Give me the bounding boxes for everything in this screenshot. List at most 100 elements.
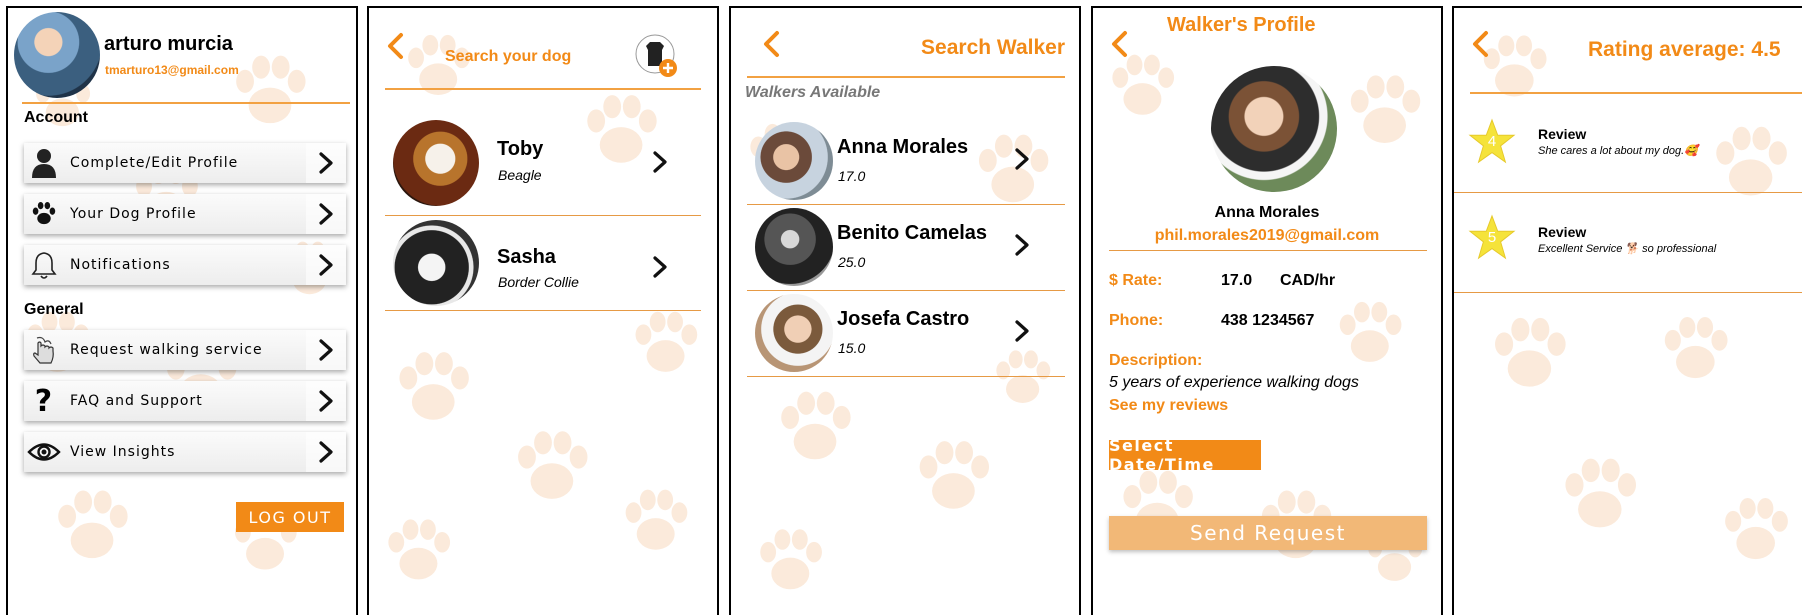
back-arrow-icon[interactable] [761,30,781,58]
dog-photo [393,220,479,306]
header-divider [1109,250,1427,251]
walker-list-item[interactable]: Anna Morales 17.0 [747,122,1065,202]
paw-icon [24,194,64,234]
header-divider [747,76,1065,78]
menu-label: View Insights [70,444,176,460]
chevron-right-icon [1013,146,1031,172]
header-divider [385,88,701,90]
reviews-screen: Rating average: 4.5 4 Review She cares a… [1452,6,1802,615]
walker-list-item[interactable]: Josefa Castro 15.0 [747,294,1065,374]
review-text: She cares a lot about my dog.🥰 [1538,145,1698,157]
menu-your-dog-profile[interactable]: Your Dog Profile [24,194,346,234]
chevron-right-icon [651,254,669,280]
review-rating: 5 [1487,229,1497,246]
description-label: Description: [1109,352,1203,369]
review-heading: Review [1538,224,1587,240]
chevron-right-icon [306,381,346,421]
walker-name: Anna Morales [1214,204,1320,221]
section-general: General [24,301,84,318]
description-text: 5 years of experience walking dogs [1109,374,1359,391]
send-request-label: Send Request [1190,521,1346,545]
section-account: Account [24,109,88,126]
review-item: 5 Review Excellent Service 🐕 so professi… [1454,212,1802,290]
walker-list-item[interactable]: Benito Camelas 25.0 [747,208,1065,288]
rate-value: 17.0 [1221,272,1253,289]
walkers-available-heading: Walkers Available [745,84,881,101]
review-item: 4 Review She cares a lot about my dog.🥰 [1454,112,1802,190]
send-request-button[interactable]: Send Request [1109,516,1427,550]
menu-view-insights[interactable]: View Insights [24,432,346,472]
chevron-right-icon [306,432,346,472]
menu-label: Complete/Edit Profile [70,155,239,171]
user-email: tmarturo13@gmail.com [105,63,239,77]
hand-touch-icon [24,330,64,370]
logout-button[interactable]: LOG OUT [236,502,344,532]
dog-list-item-sasha[interactable]: Sasha Border Collie [385,220,701,308]
header-divider [22,102,350,104]
bell-icon [24,245,64,285]
walker-email: phil.morales2019@gmail.com [1154,227,1380,244]
list-divider [747,204,1065,205]
chevron-right-icon [306,143,346,183]
walker-rate: 15.0 [838,340,866,356]
search-dog-screen: Search your dog Toby Beagle Sasha Border… [367,6,719,615]
user-name: arturo murcia [104,33,233,55]
menu-request-walking-service[interactable]: Request walking service [24,330,346,370]
dog-breed: Border Collie [498,274,579,290]
list-divider [747,376,1065,377]
walker-rate: 17.0 [838,168,866,184]
search-walker-screen: Search Walker Walkers Available Anna Mor… [729,6,1081,615]
phone-label: Phone: [1109,312,1164,329]
chevron-right-icon [1013,232,1031,258]
page-title: Walker's Profile [1167,14,1316,36]
dog-photo [393,120,479,206]
chevron-right-icon [306,194,346,234]
menu-label: Notifications [70,257,171,273]
menu-label: Request walking service [70,342,263,358]
list-divider [1454,292,1802,293]
walker-photo [755,294,833,372]
user-avatar[interactable] [14,12,100,98]
list-divider [385,215,701,216]
back-arrow-icon[interactable] [1109,30,1129,58]
menu-label: FAQ and Support [70,393,203,409]
back-arrow-icon[interactable] [385,32,405,60]
menu-faq-support[interactable]: ? FAQ and Support [24,381,346,421]
dog-breed: Beagle [498,167,542,183]
question-icon: ? [34,383,54,419]
walker-photo [1211,66,1337,192]
rating-average-title: Rating average: 4.5 [1588,38,1781,61]
page-title: Search your dog [445,48,572,65]
chevron-right-icon [306,245,346,285]
menu-notifications[interactable]: Notifications [24,245,346,285]
walker-profile-screen: Walker's Profile Anna Morales phil.moral… [1091,6,1443,615]
menu-label: Your Dog Profile [70,206,197,222]
list-divider [1454,192,1802,193]
profile-menu-screen: arturo murcia tmarturo13@gmail.com Accou… [6,6,358,615]
walker-photo [755,122,833,200]
menu-complete-edit-profile[interactable]: Complete/Edit Profile [24,143,346,183]
rate-label: $ Rate: [1109,272,1163,289]
back-arrow-icon[interactable] [1470,30,1490,58]
page-title: Search Walker [921,36,1065,59]
walker-name: Josefa Castro [837,308,970,330]
list-divider [385,310,701,311]
person-icon [24,143,64,183]
list-divider [747,290,1065,291]
walker-name: Benito Camelas [837,222,988,244]
header-divider [1470,92,1802,94]
chevron-right-icon [306,330,346,370]
dog-list-item-toby[interactable]: Toby Beagle [385,120,701,215]
walker-name: Anna Morales [837,136,969,158]
review-heading: Review [1538,126,1587,142]
select-date-time-button[interactable]: Select Date/Time [1109,436,1261,474]
walker-rate: 25.0 [838,254,866,270]
dog-name: Sasha [497,246,556,268]
review-rating: 4 [1487,133,1497,150]
chevron-right-icon [651,149,669,175]
add-dog-icon[interactable] [635,34,679,78]
paw-background [1483,35,1788,560]
see-reviews-link[interactable]: See my reviews [1109,397,1228,415]
phone-value: 438 1234567 [1221,312,1315,329]
eye-icon [24,432,64,472]
